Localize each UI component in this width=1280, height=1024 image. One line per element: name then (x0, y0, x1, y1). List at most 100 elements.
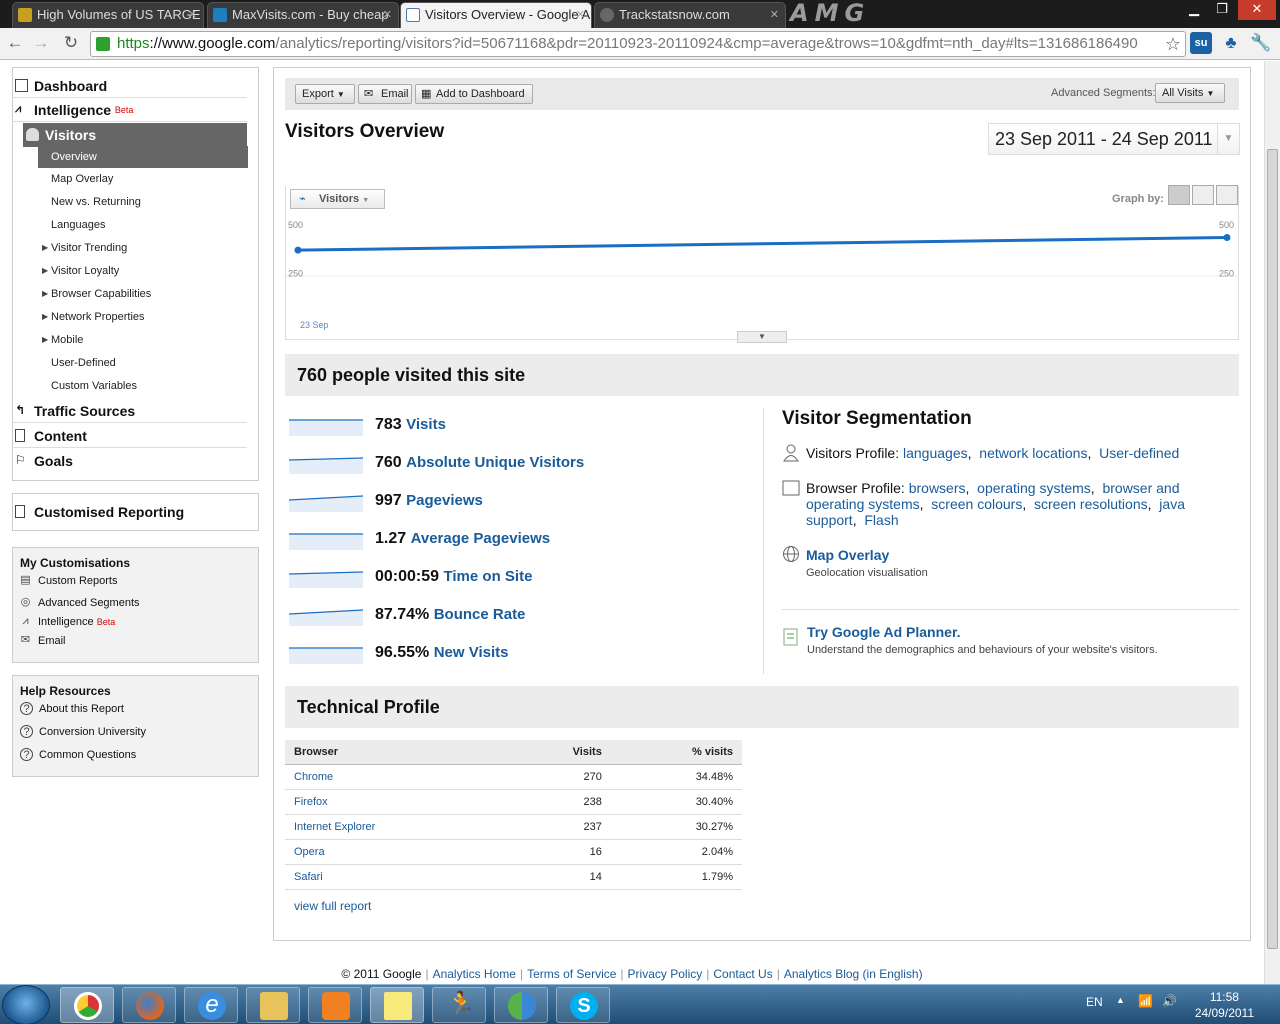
taskbar-media-player[interactable] (308, 987, 362, 1023)
language-indicator[interactable]: EN (1086, 995, 1103, 1009)
taskbar-aim[interactable]: 🏃 (432, 987, 486, 1023)
custom-reports-link[interactable]: ▤ Custom Reports (19, 572, 117, 590)
nav-sub-browser-capabilities[interactable]: ▶ Browser Capabilities (38, 283, 248, 305)
taskbar-chrome[interactable] (60, 987, 114, 1023)
nav-sub-languages[interactable]: Languages (38, 214, 248, 236)
address-bar[interactable]: https://www.google.com/analytics/reporti… (90, 31, 1186, 57)
stat-link[interactable]: Time on Site (444, 568, 533, 585)
browser-tab[interactable]: High Volumes of US TARGE ✕ (12, 2, 204, 28)
browser-tab[interactable]: MaxVisits.com - Buy cheap ✕ (207, 2, 399, 28)
screen-colours-link[interactable]: screen colours (931, 496, 1022, 512)
taskbar-skype[interactable]: S (556, 987, 610, 1023)
column-header[interactable]: % visits (610, 740, 742, 765)
taskbar-messenger[interactable] (494, 987, 548, 1023)
minimize-icon[interactable]: ▁ (1180, 0, 1208, 20)
volume-icon[interactable]: 🔊 (1162, 994, 1177, 1008)
email-link[interactable]: ✉ Email (19, 632, 66, 650)
screen-resolutions-link[interactable]: screen resolutions (1034, 496, 1148, 512)
stat-link[interactable]: Bounce Rate (434, 606, 526, 623)
footer-link[interactable]: Analytics Blog (in English) (784, 967, 923, 981)
nav-sub-custom-variables[interactable]: Custom Variables (38, 375, 248, 397)
start-button[interactable] (2, 985, 50, 1024)
nav-sub-visitor-trending[interactable]: ▶ Visitor Trending (38, 237, 248, 259)
bookmark-star-icon[interactable]: ☆ (1165, 32, 1181, 56)
segments-select[interactable]: All Visits ▼ (1155, 83, 1225, 103)
close-tab-icon[interactable]: ✕ (383, 3, 392, 27)
stat-link[interactable]: Absolute Unique Visitors (406, 454, 584, 471)
restore-icon[interactable]: ❐ (1208, 0, 1236, 20)
ad-planner-link[interactable]: Try Google Ad Planner. (807, 624, 961, 640)
wrench-menu-icon[interactable]: 🔧 (1250, 32, 1272, 54)
close-tab-icon[interactable]: ✕ (770, 3, 779, 27)
browser-link[interactable]: Internet Explorer (294, 821, 375, 833)
system-clock[interactable]: 11:58 24/09/2011 (1195, 989, 1254, 1021)
nav-dashboard[interactable]: Dashboard (12, 74, 247, 98)
export-button[interactable]: Export ▼ (295, 84, 355, 104)
add-to-dashboard-button[interactable]: ▦ Add to Dashboard (415, 84, 533, 104)
nav-sub-visitor-loyalty[interactable]: ▶ Visitor Loyalty (38, 260, 248, 282)
scrollbar-thumb[interactable] (1267, 149, 1278, 949)
nav-sub-network-properties[interactable]: ▶ Network Properties (38, 306, 248, 328)
nav-goals[interactable]: ⚐ Goals (12, 449, 247, 473)
browser-tab[interactable]: Trackstatsnow.com ✕ (594, 2, 786, 28)
footer-link[interactable]: Terms of Service (527, 967, 616, 981)
nav-customised-reporting[interactable]: Customised Reporting (12, 500, 247, 524)
expand-graph-handle[interactable]: ▼ (737, 331, 787, 343)
advanced-segments-link[interactable]: ◎ Advanced Segments (19, 594, 140, 612)
column-header[interactable]: Visits (505, 740, 611, 765)
browser-link[interactable]: Safari (294, 871, 323, 883)
view-full-report-link[interactable]: view full report (294, 899, 371, 913)
close-window-icon[interactable]: ✕ (1238, 0, 1276, 20)
footer-link[interactable]: Contact Us (713, 967, 772, 981)
nav-intelligence[interactable]: ⩘ Intelligence Beta (12, 98, 247, 122)
stat-link[interactable]: Pageviews (406, 492, 483, 509)
network-signal-icon[interactable]: 📶 (1138, 994, 1153, 1008)
nav-content[interactable]: Content (12, 424, 247, 448)
nav-sub-new-vs-returning[interactable]: New vs. Returning (38, 191, 248, 213)
browsers-link[interactable]: browsers (909, 480, 966, 496)
graph-by-day-button[interactable] (1168, 185, 1190, 205)
column-header[interactable]: Browser (285, 740, 506, 765)
stat-link[interactable]: Average Pageviews (411, 530, 551, 547)
taskbar-sticky-notes[interactable] (370, 987, 424, 1023)
flash-link[interactable]: Flash (864, 512, 898, 528)
stat-link[interactable]: New Visits (434, 644, 509, 661)
email-button[interactable]: ✉ Email (358, 84, 412, 104)
graph-by-month-button[interactable] (1216, 185, 1238, 205)
reload-icon[interactable]: ↻ (60, 32, 82, 54)
nav-sub-user-defined[interactable]: User-Defined (38, 352, 248, 374)
date-range-picker[interactable]: 23 Sep 2011 - 24 Sep 2011 ▼ (988, 123, 1240, 155)
stumbleupon-icon[interactable]: su (1190, 32, 1212, 54)
taskbar-firefox[interactable] (122, 987, 176, 1023)
languages-link[interactable]: languages (903, 445, 968, 461)
common-questions-link[interactable]: ? Common Questions (20, 746, 136, 764)
nav-visitors[interactable]: Visitors (23, 123, 247, 147)
browser-tab-active[interactable]: Visitors Overview - Google A ✕ (400, 2, 592, 28)
stat-link[interactable]: Visits (406, 416, 446, 433)
close-tab-icon[interactable]: ✕ (188, 3, 197, 27)
forward-icon[interactable]: → (30, 32, 52, 54)
extension-icon[interactable]: ♣ (1220, 32, 1242, 54)
operating-systems-link[interactable]: operating systems (977, 480, 1091, 496)
graph-by-week-button[interactable] (1192, 185, 1214, 205)
taskbar-internet-explorer[interactable]: e (184, 987, 238, 1023)
nav-sub-map-overlay[interactable]: Map Overlay (38, 168, 248, 190)
intelligence-link[interactable]: ⩘ Intelligence Beta (19, 613, 115, 631)
user-defined-link[interactable]: User-defined (1099, 445, 1179, 461)
browser-link[interactable]: Opera (294, 846, 325, 858)
show-hidden-icons-icon[interactable]: ▲ (1116, 995, 1125, 1005)
taskbar-explorer[interactable] (246, 987, 300, 1023)
nav-sub-overview[interactable]: Overview (38, 146, 248, 168)
browser-link[interactable]: Chrome (294, 771, 333, 783)
nav-traffic-sources[interactable]: ↰ Traffic Sources (12, 399, 247, 423)
footer-link[interactable]: Analytics Home (433, 967, 516, 981)
metric-select[interactable]: ⌁ Visitors ▼ (290, 189, 385, 209)
browser-link[interactable]: Firefox (294, 796, 328, 808)
map-overlay-link[interactable]: Map Overlay (806, 547, 889, 563)
vertical-scrollbar[interactable] (1264, 61, 1280, 984)
close-tab-icon[interactable]: ✕ (576, 3, 585, 27)
network-locations-link[interactable]: network locations (979, 445, 1087, 461)
about-report-link[interactable]: ? About this Report (20, 700, 124, 718)
conversion-university-link[interactable]: ? Conversion University (20, 723, 146, 741)
back-icon[interactable]: ← (4, 32, 26, 54)
